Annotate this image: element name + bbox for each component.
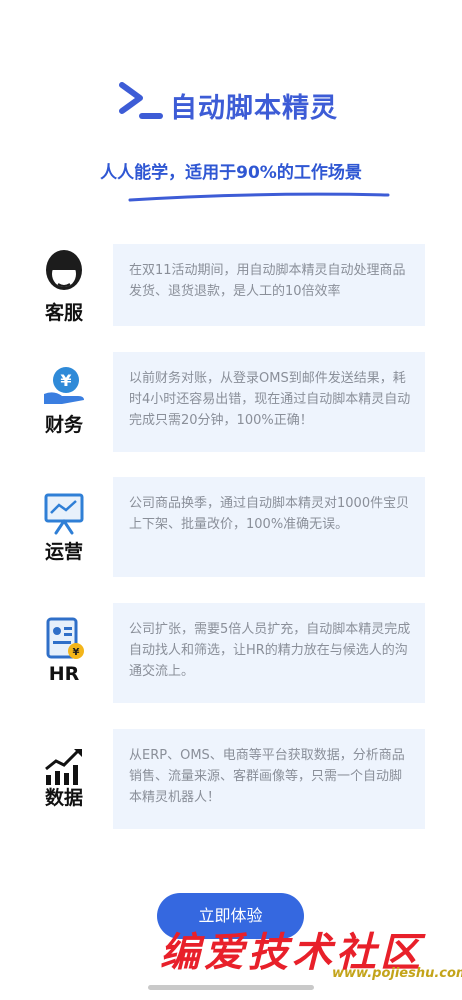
header: 自动脚本精灵 [0,78,462,128]
svg-text:¥: ¥ [60,371,71,390]
feature-label: 财务 [44,414,83,436]
watermark: 编爱技术社区 www.pojieshu.com [160,920,462,990]
operations-presentation-board-icon [44,493,84,535]
feature-label: 客服 [44,302,83,324]
finance-yen-hand-icon: ¥ [44,367,84,404]
feature-label: HR [48,663,80,685]
feature-description-card: 从ERP、OMS、电商等平台获取数据，分析商品销售、流量来源、客群画像等，只需一… [113,729,425,829]
home-indicator[interactable] [148,985,314,990]
app-page: 自动脚本精灵 人人能学，适用于90%的工作场景 客服 在双11活动期间，用自动脚… [0,0,462,1000]
feature-description-card: 公司扩张，需要5倍人员扩充，自动脚本精灵完成自动找人和筛选，让HR的精力放在与候… [113,603,425,703]
feature-label: 运营 [44,541,83,563]
slogan: 人人能学，适用于90%的工作场景 [100,163,362,183]
hr-resume-id-card-icon: ¥ [46,617,84,659]
feature-description-card: 以前财务对账，从登录OMS到邮件发送结果，耗时4小时还容易出错，现在通过自动脚本… [113,352,425,452]
prompt-chevron-icon [119,82,163,119]
app-title: 自动脚本精灵 [170,93,338,124]
feature-description-card: 在双11活动期间，用自动脚本精灵自动处理商品发货、退货退款，是人工的10倍效率 [113,244,425,326]
customer-service-headset-icon [46,250,82,290]
feature-description-card: 公司商品换季，通过自动脚本精灵对1000件宝贝上下架、批量改价，100%准确无误… [113,477,425,577]
svg-text:¥: ¥ [73,647,80,658]
slogan-underline [128,192,390,202]
watermark-url: www.pojieshu.com [332,966,462,981]
feature-label: 数据 [44,787,83,809]
